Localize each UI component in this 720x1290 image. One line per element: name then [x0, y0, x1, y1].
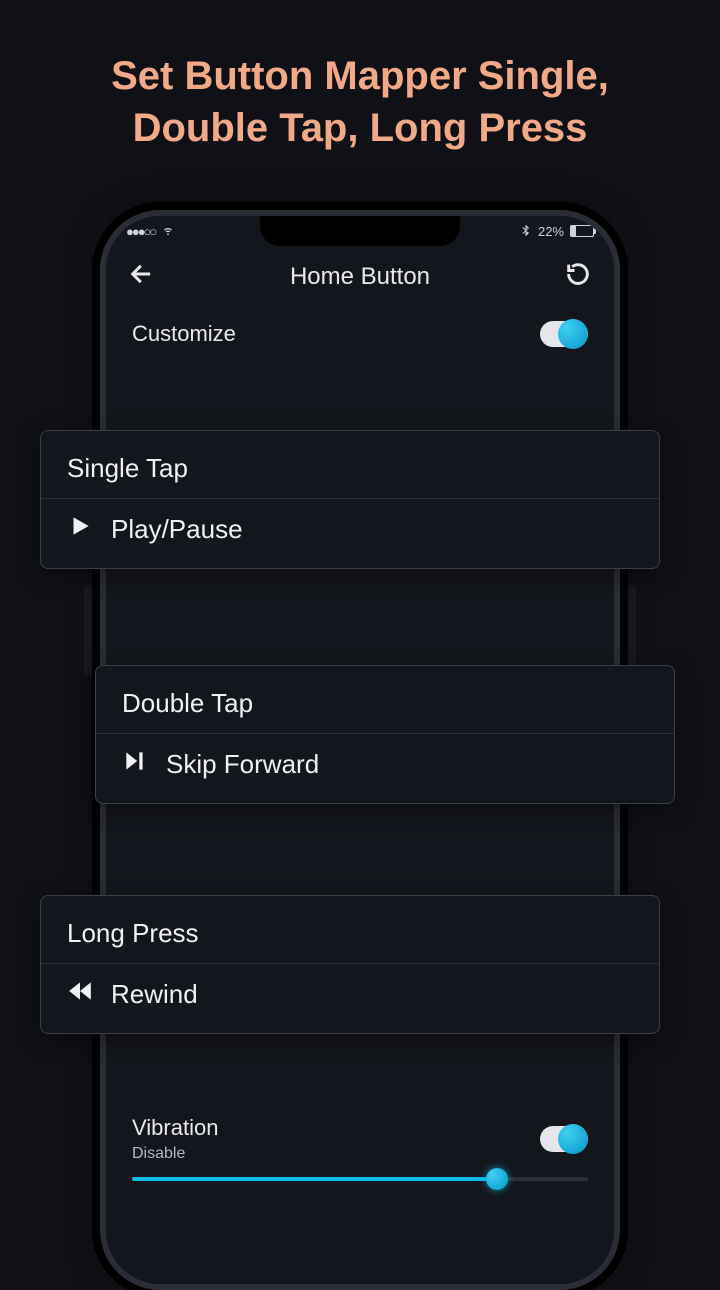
vibration-slider-wrap — [106, 1177, 614, 1201]
vibration-slider[interactable] — [132, 1177, 588, 1181]
card-action-row[interactable]: Play/Pause — [67, 513, 633, 546]
vibration-toggle[interactable] — [540, 1126, 588, 1152]
phone-side-button-left — [84, 585, 92, 675]
divider — [41, 963, 659, 964]
app-header: Home Button — [106, 246, 614, 307]
rewind-icon — [67, 978, 93, 1011]
long-press-card[interactable]: Long Press Rewind — [40, 895, 660, 1034]
play-icon — [67, 513, 93, 546]
card-action-label: Play/Pause — [111, 514, 243, 545]
battery-icon — [570, 225, 594, 237]
double-tap-card[interactable]: Double Tap Skip Forward — [95, 665, 675, 804]
divider — [41, 498, 659, 499]
customize-label: Customize — [132, 321, 236, 347]
card-action-label: Skip Forward — [166, 749, 319, 780]
promo-headline: Set Button Mapper Single, Double Tap, Lo… — [0, 0, 720, 184]
customize-row: Customize — [106, 307, 614, 361]
card-title: Double Tap — [122, 688, 648, 719]
phone-notch — [260, 216, 460, 246]
divider — [96, 733, 674, 734]
battery-percent: 22% — [538, 224, 564, 239]
wifi-icon — [161, 223, 175, 240]
customize-toggle[interactable] — [540, 321, 588, 347]
single-tap-card[interactable]: Single Tap Play/Pause — [40, 430, 660, 569]
card-action-label: Rewind — [111, 979, 198, 1010]
page-title: Home Button — [290, 263, 430, 291]
skip-forward-icon — [122, 748, 148, 781]
card-action-row[interactable]: Rewind — [67, 978, 633, 1011]
bluetooth-icon — [520, 224, 532, 239]
slider-thumb[interactable] — [486, 1168, 508, 1190]
card-title: Single Tap — [67, 453, 633, 484]
refresh-icon[interactable] — [564, 260, 592, 293]
card-title: Long Press — [67, 918, 633, 949]
vibration-row: Vibration Disable — [106, 1101, 614, 1177]
back-arrow-icon[interactable] — [128, 260, 156, 293]
signal-dots-icon: ●●●○○ — [126, 224, 155, 239]
vibration-label: Vibration — [132, 1115, 218, 1140]
vibration-sub: Disable — [132, 1145, 218, 1163]
card-action-row[interactable]: Skip Forward — [122, 748, 648, 781]
phone-side-button-right — [628, 585, 636, 675]
